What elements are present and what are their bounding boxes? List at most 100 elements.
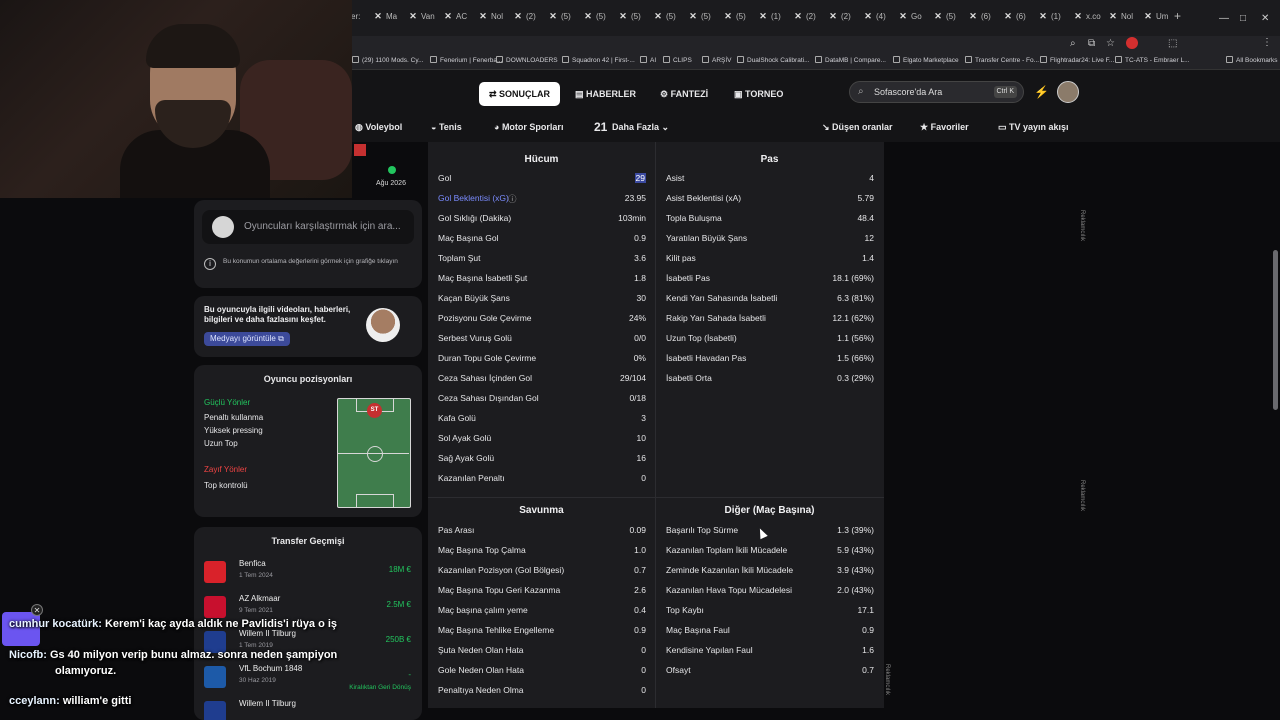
menu-icon[interactable]: ⋮ xyxy=(1262,37,1272,48)
maximize-icon[interactable]: □ xyxy=(1240,13,1246,24)
nav-results[interactable]: ⇄ SONUÇLAR xyxy=(479,82,561,106)
tab-title: Nol xyxy=(491,12,504,21)
position-pitch[interactable]: ST xyxy=(337,398,411,508)
subnav-motorsport[interactable]: ◕ Motor Sporları xyxy=(494,122,563,132)
bookmark-item[interactable]: Elgato Marketplace xyxy=(893,56,959,64)
nav-torneo-label: TORNEO xyxy=(745,89,784,99)
stat-value: 12.1 (62%) xyxy=(832,313,874,323)
media-button[interactable]: Medyayı görüntüle ⧉ xyxy=(204,332,290,346)
browser-tab[interactable]: ✕ (2) xyxy=(828,11,861,31)
browser-tab[interactable]: ✕ x.co xyxy=(1073,11,1106,31)
stat-row: Pas Arası 0.09 xyxy=(438,523,646,539)
stat-value: 1.5 (66%) xyxy=(837,353,874,363)
browser-tab[interactable]: ✕ (4) xyxy=(863,11,896,31)
browser-tab[interactable]: ✕ (2) xyxy=(513,11,546,31)
browser-tab[interactable]: ✕ Nol xyxy=(1108,11,1141,31)
bookmark-item[interactable]: Squadron 42 | First-... xyxy=(562,56,635,64)
bookmark-item[interactable]: CLIPS xyxy=(663,56,692,64)
media-text: Bu oyuncuyla ilgili videoları, haberleri… xyxy=(204,305,351,324)
subnav-tv[interactable]: ▭ TV yayın akışı xyxy=(998,122,1069,133)
browser-tab[interactable]: ✕ Um xyxy=(1143,11,1176,31)
subnav-volleyball[interactable]: ◍ Voleybol xyxy=(355,122,402,133)
bookmark-item[interactable]: DOWNLOADERS xyxy=(496,56,558,64)
stat-row: Top Kaybı 17.1 xyxy=(666,603,874,619)
bookmark-item[interactable]: DataMB | Compare... xyxy=(815,56,886,64)
close-window-icon[interactable]: ✕ xyxy=(1261,13,1269,24)
bookmark-item[interactable]: Transfer Centre - Fo... xyxy=(965,56,1039,64)
lightning-icon[interactable]: ⚡ xyxy=(1034,85,1049,99)
tab-title: x.co xyxy=(1086,12,1101,21)
browser-tab[interactable]: ✕ (2) xyxy=(793,11,826,31)
browser-tab[interactable]: ✕ (6) xyxy=(1003,11,1036,31)
bookmark-item[interactable]: TC-ATS - Embraer L... xyxy=(1115,56,1190,64)
browser-tab[interactable]: ✕ (5) xyxy=(548,11,581,31)
extensions-icon[interactable]: ⬚ xyxy=(1168,38,1177,49)
subnav-dropping-odds[interactable]: ↘ Düşen oranlar xyxy=(822,122,893,133)
browser-tab[interactable]: ✕ (5) xyxy=(653,11,686,31)
extension-icon[interactable] xyxy=(1126,37,1138,49)
close-icon[interactable]: ✕ xyxy=(31,604,43,616)
nav-fantasy[interactable]: ⚙ FANTEZİ xyxy=(650,82,718,106)
folder-icon xyxy=(1115,56,1122,63)
browser-tab[interactable]: ✕ (5) xyxy=(723,11,756,31)
stat-value: 29/104 xyxy=(620,373,646,383)
bookmark-label: (29) 1100 Mods. Cy... xyxy=(362,57,424,64)
star-icon[interactable]: ☆ xyxy=(1106,38,1115,49)
transfer-row[interactable]: Benfica 1 Tem 2024 18M € xyxy=(194,554,422,589)
bookmark-label: TC-ATS - Embraer L... xyxy=(1125,57,1190,64)
search-input[interactable]: ⌕ Sofascore'da Ara Ctrl K xyxy=(849,81,1024,103)
player-photo xyxy=(366,308,400,342)
bookmark-item[interactable]: (29) 1100 Mods. Cy... xyxy=(352,56,424,64)
page-scrollbar[interactable] xyxy=(1273,250,1278,410)
weakness-item: Top kontrolü xyxy=(204,481,248,490)
bookmark-item[interactable]: AI xyxy=(640,56,656,64)
stat-label: Kazanılan Pozisyon (Gol Bölgesi) xyxy=(438,565,565,575)
stat-row: Topla Buluşma 48.4 xyxy=(666,211,874,227)
stat-label: Kazanılan Penaltı xyxy=(438,473,505,483)
bookmark-item[interactable]: ARŞİV xyxy=(702,56,732,64)
browser-tab[interactable]: ✕ (5) xyxy=(618,11,651,31)
trend-down-icon: ↘ xyxy=(822,122,833,132)
stat-label: Kazanılan Toplam İkili Mücadele xyxy=(666,545,788,555)
compare-search-input[interactable]: Oyuncuları karşılaştırmak için ara... xyxy=(202,210,414,244)
new-tab-icon[interactable]: + xyxy=(1174,9,1181,29)
tab-favicon-icon: ✕ xyxy=(1004,11,1012,21)
zoom-icon[interactable]: ⌕ xyxy=(1070,38,1076,49)
browser-tab[interactable]: ✕ (5) xyxy=(688,11,721,31)
nav-torneo[interactable]: ▣ TORNEO xyxy=(724,82,793,106)
browser-tab[interactable]: ✕ (5) xyxy=(583,11,616,31)
browser-tab[interactable]: ✕ (5) xyxy=(933,11,966,31)
subnav-favorites[interactable]: ★ Favoriler xyxy=(920,122,969,133)
stat-value: 1.4 xyxy=(862,253,874,263)
stat-value: 0 xyxy=(641,665,646,675)
browser-tab[interactable]: ✕ Go xyxy=(898,11,931,31)
browser-tab[interactable]: ✕ Van xyxy=(408,11,441,31)
info-icon[interactable]: ⓘ xyxy=(508,193,517,205)
search-icon: ⌕ xyxy=(858,86,864,97)
browser-tab[interactable]: ✕ (1) xyxy=(1038,11,1071,31)
subnav-more[interactable]: Daha Fazla ⌄ xyxy=(612,122,669,133)
subnav-tennis[interactable]: ◒ Tenis xyxy=(431,122,462,132)
browser-tab[interactable]: ✕ AC xyxy=(443,11,476,31)
stat-label: Pozisyonu Gole Çevirme xyxy=(438,313,532,323)
stat-label: İsabetli Havadan Pas xyxy=(666,353,747,363)
bookmark-item[interactable]: DualShock Calibrati... xyxy=(737,56,810,64)
stat-label: Uzun Top (İsabetli) xyxy=(666,333,737,343)
stat-value: 16 xyxy=(636,453,646,463)
browser-tab[interactable]: ✕ Ma xyxy=(373,11,406,31)
folder-icon xyxy=(702,56,709,63)
tab-title: (5) xyxy=(631,12,641,21)
bookmark-item[interactable]: All Bookmarks xyxy=(1226,56,1278,64)
minimize-icon[interactable]: — xyxy=(1219,13,1229,24)
browser-tab[interactable]: ✕ Nol xyxy=(478,11,511,31)
nav-news[interactable]: ▤ HABERLER xyxy=(565,82,646,106)
install-icon[interactable]: ⧉ xyxy=(1088,38,1095,49)
bookmark-item[interactable]: Fenerium | Fenerba... xyxy=(430,56,502,64)
browser-tab[interactable]: ✕ (1) xyxy=(758,11,791,31)
stat-value: 29 xyxy=(634,173,646,183)
browser-tab[interactable]: ✕ (6) xyxy=(968,11,1001,31)
profile-avatar[interactable] xyxy=(1057,81,1079,103)
tab-favicon-icon: ✕ xyxy=(1074,11,1082,21)
bookmark-item[interactable]: Flightradar24: Live F... xyxy=(1040,56,1114,64)
stat-label[interactable]: Gol Beklentisi (xG) xyxy=(438,193,509,203)
